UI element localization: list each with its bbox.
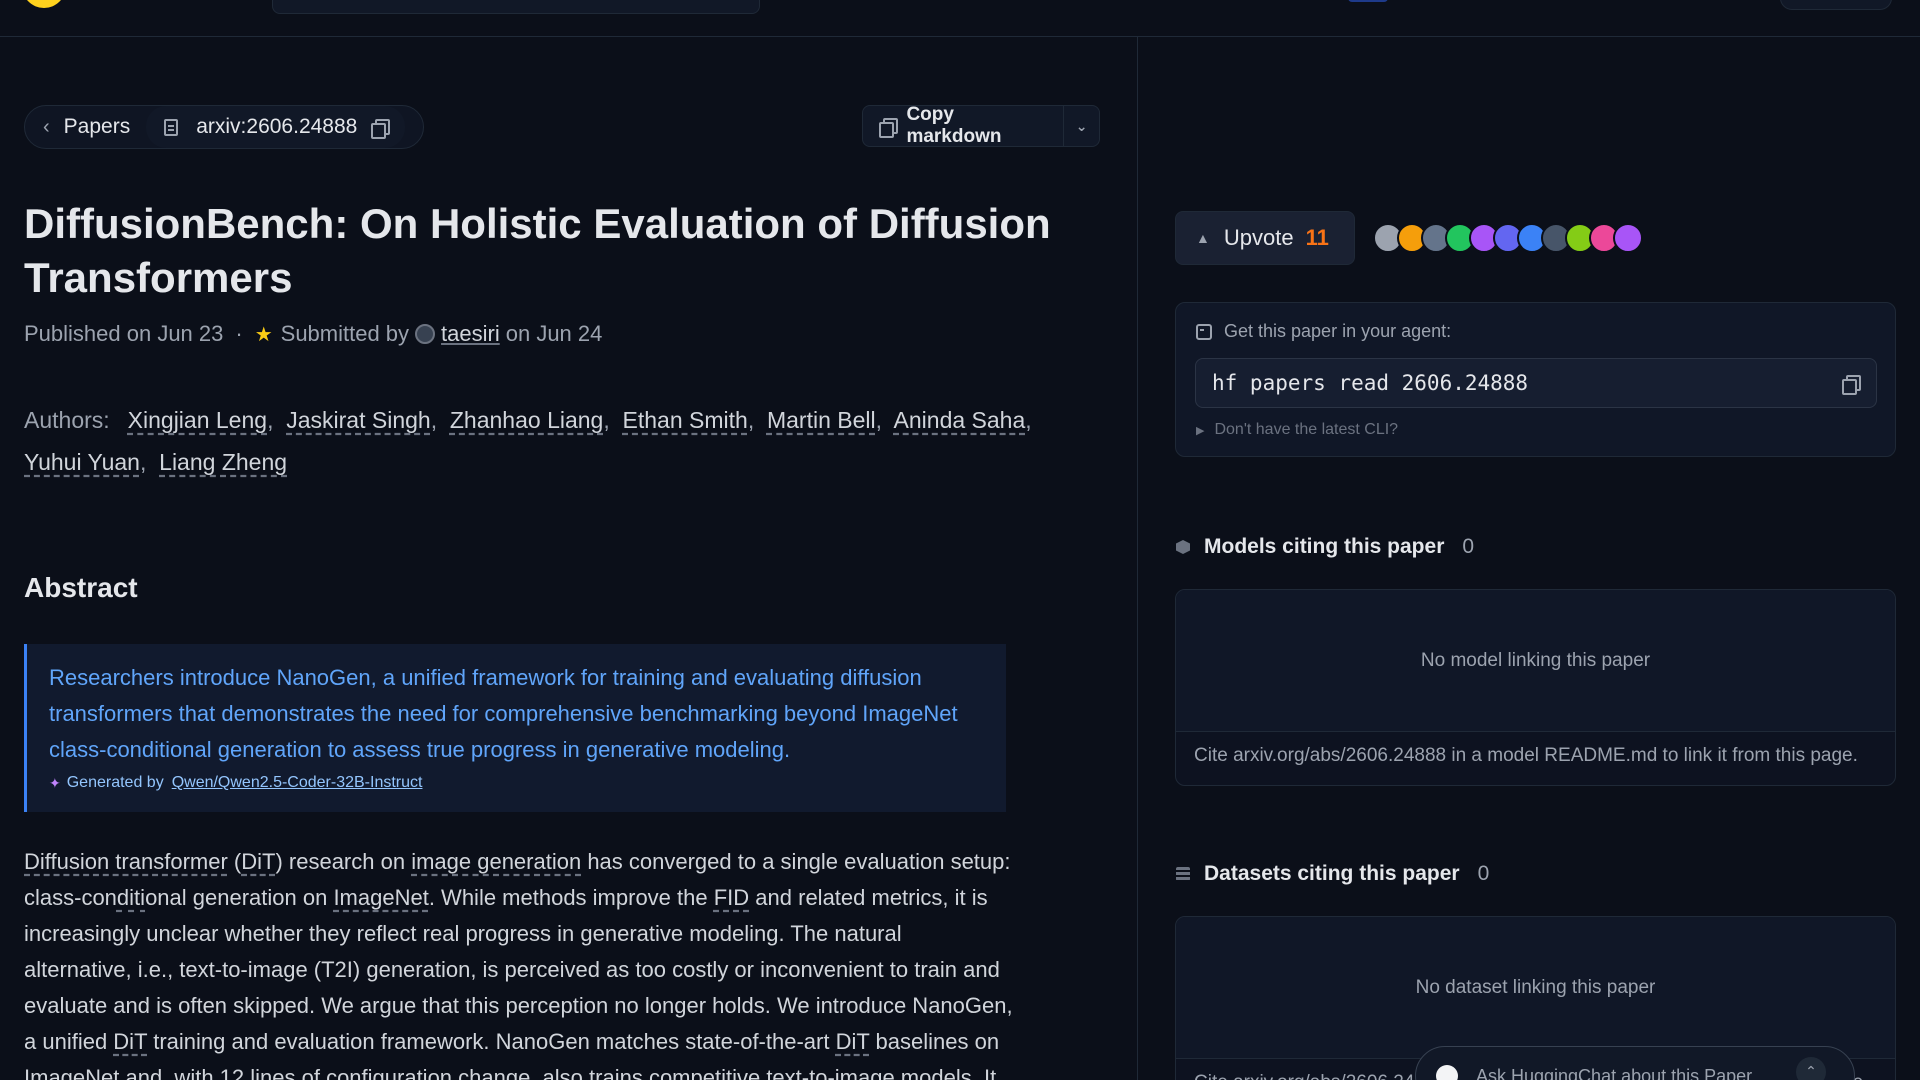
upvoter-avatar[interactable] <box>1613 223 1643 253</box>
back-label: Papers <box>63 115 131 138</box>
abstract-segment: ( <box>227 849 242 874</box>
site-search-input[interactable] <box>272 0 760 14</box>
copy-icon <box>879 117 899 138</box>
abstract-text: Diffusion transformer (DiT) research on … <box>24 844 1014 1080</box>
copy-icon[interactable] <box>371 118 391 139</box>
cube-icon <box>1176 540 1190 554</box>
paper-meta: Published on Jun 23 · ★ Submitted by tae… <box>24 321 602 347</box>
authors-label: Authors: <box>24 407 110 433</box>
chevron-up-icon[interactable]: ⌃ <box>1796 1057 1826 1080</box>
nav-item[interactable] <box>1348 0 1388 2</box>
breadcrumb: ‹ Papers arxiv:2606.24888 <box>24 105 424 149</box>
brand-name[interactable] <box>100 0 180 4</box>
cli-hint-text: Don't have the latest CLI? <box>1214 421 1399 438</box>
models-count: 0 <box>1462 535 1475 558</box>
author-link[interactable]: Martin Bell <box>767 407 876 433</box>
submitter-link[interactable]: taesiri <box>441 321 500 347</box>
glossary-term[interactable]: DiT <box>836 1029 870 1054</box>
glossary-term[interactable]: ImageNet <box>333 885 428 910</box>
models-empty-state: No model linking this paper <box>1176 590 1895 732</box>
top-nav <box>0 0 1920 37</box>
glossary-term[interactable]: FID <box>714 885 749 910</box>
agent-heading-text: Get this paper in your agent: <box>1224 321 1452 341</box>
huggingchat-prompt[interactable]: Ask HuggingChat about this Paper ⌃ <box>1415 1046 1855 1080</box>
generated-by-label: Generated by <box>66 774 164 791</box>
agent-heading: Get this paper in your agent: <box>1196 321 1451 342</box>
glossary-term[interactable]: ImageNet <box>24 1065 119 1080</box>
separator-dot: · <box>235 321 243 346</box>
submitted-date: on Jun 24 <box>505 321 603 346</box>
star-icon: ★ <box>254 323 273 346</box>
published-date: Published on Jun 23 <box>24 321 224 346</box>
cli-command: hf papers read 2606.24888 <box>1212 371 1529 395</box>
datasets-empty-state: No dataset linking this paper <box>1176 917 1895 1059</box>
ai-summary-text: Researchers introduce NanoGen, a unified… <box>49 665 958 762</box>
author-link[interactable]: Aninda Saha <box>894 407 1026 433</box>
copy-markdown-button[interactable]: Copy markdown <box>863 104 1065 147</box>
submitter-avatar[interactable] <box>415 324 436 344</box>
abstract-heading: Abstract <box>24 572 138 603</box>
paper-title: DiffusionBench: On Holistic Evaluation o… <box>24 200 1051 301</box>
copy-markdown-label: Copy markdown <box>906 104 1002 147</box>
author-link[interactable]: Jaskirat Singh <box>286 407 430 433</box>
glossary-term[interactable]: di <box>117 885 134 910</box>
document-icon <box>164 118 179 136</box>
author-link[interactable]: Liang Zheng <box>159 449 287 475</box>
abstract-segment: baselines on <box>869 1029 1000 1054</box>
authors-list: Authors: Xingjian Leng, Jaskirat Singh, Z… <box>24 407 1032 475</box>
column-divider <box>1137 37 1138 1080</box>
abstract-segment: and, with 12 lines of configuration chan… <box>125 1065 997 1080</box>
upvote-count: 11 <box>1305 225 1329 250</box>
abstract-segment: ) research on <box>275 849 412 874</box>
datasets-section-heading: Datasets citing this paper 0 <box>1176 862 1489 886</box>
copy-markdown-button-group: Copy markdown ⌄ <box>862 104 1100 147</box>
abstract-segment: . While methods improve the <box>428 885 714 910</box>
glossary-term[interactable]: DiT <box>241 849 275 874</box>
chat-bubble-icon <box>1436 1065 1458 1080</box>
glossary-term[interactable]: image generation <box>411 849 581 874</box>
author-link[interactable]: Zhanhao Liang <box>450 407 603 433</box>
hugging-face-logo-icon[interactable] <box>22 0 66 8</box>
author-link[interactable]: Yuhui Yuan <box>24 449 140 475</box>
database-icon <box>1176 867 1190 881</box>
glossary-term[interactable]: Diffusion transformer <box>24 849 228 874</box>
copy-icon[interactable] <box>1842 375 1861 395</box>
cli-hint-toggle[interactable]: ▶ Don't have the latest CLI? <box>1196 421 1398 439</box>
chat-placeholder: Ask HuggingChat about this Paper <box>1476 1065 1753 1080</box>
arxiv-id-chip[interactable]: arxiv:2606.24888 <box>146 106 406 148</box>
models-heading: Models citing this paper <box>1204 535 1445 558</box>
upvote-arrow-icon: ▲ <box>1196 230 1210 246</box>
datasets-count: 0 <box>1477 862 1490 885</box>
generated-by: ✦ Generated by Qwen/Qwen2.5-Coder-32B-In… <box>49 774 984 792</box>
submitted-by-label: Submitted by <box>280 321 410 346</box>
chevron-down-icon[interactable]: ⌄ <box>1064 118 1099 135</box>
terminal-icon <box>1196 323 1212 340</box>
cli-command-box[interactable]: hf papers read 2606.24888 <box>1195 358 1877 408</box>
models-section-heading: Models citing this paper 0 <box>1176 535 1474 559</box>
abstract-segment: training and evaluation framework. NanoG… <box>147 1029 836 1054</box>
models-cite-hint: Cite arxiv.org/abs/2606.24888 in a model… <box>1194 745 1858 766</box>
upvote-label: Upvote <box>1223 225 1294 250</box>
upvoter-avatars[interactable] <box>1373 223 1673 253</box>
generator-model-link[interactable]: Qwen/Qwen2.5-Coder-32B-Instruct <box>172 774 423 792</box>
arxiv-id: arxiv:2606.24888 <box>196 115 358 138</box>
triangle-right-icon: ▶ <box>1196 424 1205 437</box>
chevron-left-icon: ‹ <box>43 115 50 138</box>
back-to-papers-link[interactable]: ‹ Papers <box>25 106 146 148</box>
sparkle-icon: ✦ <box>49 774 61 791</box>
agent-panel: Get this paper in your agent: hf papers … <box>1175 302 1896 457</box>
author-link[interactable]: Xingjian Leng <box>128 407 267 433</box>
models-panel: No model linking this paper Cite arxiv.o… <box>1175 589 1896 786</box>
ai-summary: Researchers introduce NanoGen, a unified… <box>24 644 1006 812</box>
account-button[interactable] <box>1780 0 1892 10</box>
upvote-button[interactable]: ▲ Upvote 11 <box>1175 211 1355 265</box>
author-link[interactable]: Ethan Smith <box>623 407 748 433</box>
datasets-heading: Datasets citing this paper <box>1204 862 1460 885</box>
abstract-segment: onal generation on <box>145 885 334 910</box>
glossary-term[interactable]: DiT <box>113 1029 147 1054</box>
